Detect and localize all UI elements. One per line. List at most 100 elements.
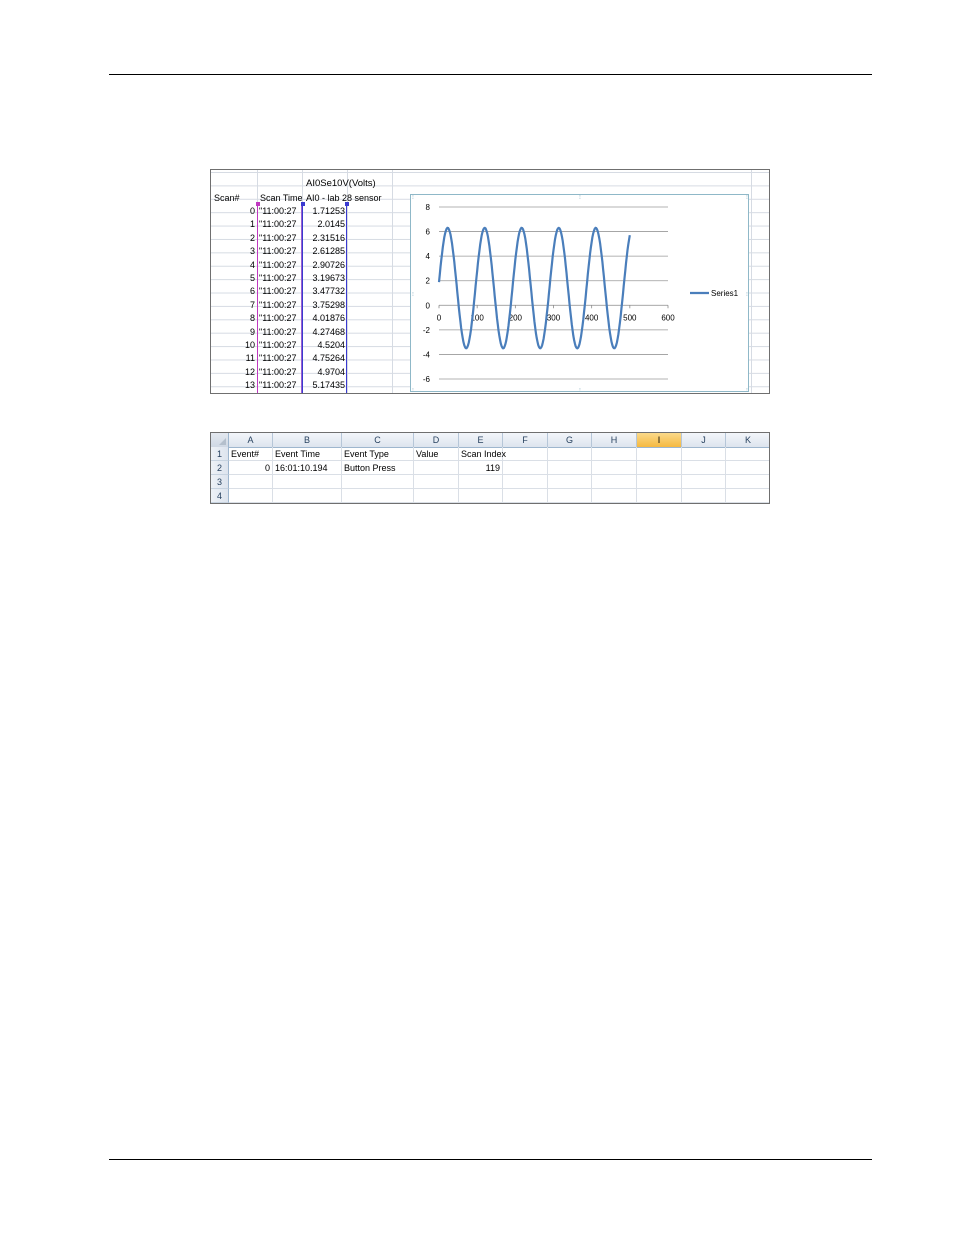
data-cell[interactable]: 0: [229, 461, 270, 475]
sensor-value-cell[interactable]: 2.61285: [303, 245, 345, 258]
grid-column-line: [458, 447, 459, 503]
column-header-c[interactable]: C: [342, 433, 414, 447]
scan-number-cell[interactable]: 11: [211, 352, 255, 365]
select-all-button[interactable]: [211, 433, 229, 447]
column-header-j[interactable]: J: [682, 433, 726, 447]
scan-number-cell[interactable]: 9: [211, 326, 255, 339]
sensor-value-cell[interactable]: 4.9704: [303, 366, 345, 379]
sensor-value-cell[interactable]: 2.90726: [303, 259, 345, 272]
sensor-value-cell[interactable]: 4.01876: [303, 312, 345, 325]
scan-time-cell[interactable]: "11:00:27: [259, 259, 301, 272]
selection-handle[interactable]: [345, 202, 349, 206]
header-scan-time[interactable]: Scan Time: [260, 192, 302, 205]
resize-handle: ⁝: [412, 292, 414, 298]
row-header[interactable]: 3: [211, 475, 229, 489]
scan-time-cell[interactable]: "11:00:27: [259, 379, 301, 392]
grid-row-line: [229, 488, 769, 489]
column-header-e[interactable]: E: [459, 433, 503, 447]
column-header-h[interactable]: H: [592, 433, 637, 447]
header-sensor[interactable]: AI0 - lab 28 sensor: [306, 192, 382, 205]
column-header-a[interactable]: A: [229, 433, 273, 447]
grid-column-line: [725, 447, 726, 503]
line-chart: 86420-2-4-60 100 200 300 400 500 600Series1⁝ ⁝ ⁝…: [412, 195, 748, 391]
x-tick-label: 500: [623, 313, 637, 322]
grid-column-line: [341, 447, 342, 503]
data-cell[interactable]: 16:01:10.194: [275, 461, 328, 475]
x-tick-label: 0: [437, 313, 442, 322]
grid-column-line: [681, 447, 682, 503]
events-sheet[interactable]: ABCDEFGHIJK 1234 Event# Event Time Event T…: [210, 432, 770, 504]
scan-time-cell[interactable]: "11:00:27: [259, 245, 301, 258]
column-header-g[interactable]: G: [548, 433, 592, 447]
sensor-value-cell[interactable]: 3.47732: [303, 285, 345, 298]
sensor-value-cell[interactable]: 2.0145: [303, 218, 345, 231]
scan-time-cell[interactable]: "11:00:27: [259, 232, 301, 245]
row-header[interactable]: 1: [211, 447, 229, 461]
scan-number-cell[interactable]: 10: [211, 339, 255, 352]
header-cell[interactable]: Event Time: [275, 447, 320, 461]
scan-number-cell[interactable]: 2: [211, 232, 255, 245]
sensor-value-cell[interactable]: 4.27468: [303, 326, 345, 339]
sensor-value-cell[interactable]: 4.75264: [303, 352, 345, 365]
resize-handle: ⁝: [412, 388, 414, 391]
y-tick-label: 0: [426, 301, 431, 310]
scan-number-cell[interactable]: 7: [211, 299, 255, 312]
column-header-f[interactable]: F: [503, 433, 548, 447]
scan-number-cell[interactable]: 4: [211, 259, 255, 272]
select-all-icon: [219, 438, 226, 445]
scan-number-cell[interactable]: 12: [211, 366, 255, 379]
grid-column-line: [636, 447, 637, 503]
grid-column-line: [272, 447, 273, 503]
header-cell[interactable]: Scan Index: [461, 447, 506, 461]
scan-number-cell[interactable]: 1: [211, 218, 255, 231]
scan-time-cell[interactable]: "11:00:27: [259, 218, 301, 231]
header-cell[interactable]: Value: [416, 447, 438, 461]
sensor-value-cell[interactable]: 4.5204: [303, 339, 345, 352]
scan-data-sheet[interactable]: AI0Se10V(Volts) Scan# Scan Time AI0 - la…: [210, 169, 770, 394]
row-header[interactable]: 4: [211, 489, 229, 503]
column-header-b[interactable]: B: [273, 433, 342, 447]
y-tick-label: -6: [423, 375, 431, 384]
header-cell[interactable]: Event#: [231, 447, 259, 461]
scan-time-cell[interactable]: "11:00:27: [259, 326, 301, 339]
data-cell[interactable]: Button Press: [344, 461, 396, 475]
data-cell[interactable]: 119: [459, 461, 500, 475]
scan-time-cell[interactable]: "11:00:27: [259, 285, 301, 298]
sensor-value-cell[interactable]: 5.17435: [303, 379, 345, 392]
y-tick-label: -4: [423, 350, 431, 359]
scan-time-cell[interactable]: "11:00:27: [259, 366, 301, 379]
sensor-value-cell[interactable]: 1.71253: [303, 205, 345, 218]
sensor-value-cell[interactable]: 3.19673: [303, 272, 345, 285]
scan-number-cell[interactable]: 5: [211, 272, 255, 285]
scan-time-cell[interactable]: "11:00:27: [259, 312, 301, 325]
resize-handle: ⁝: [579, 388, 581, 391]
scan-time-cell[interactable]: "11:00:27: [259, 272, 301, 285]
grid-column-line: [591, 447, 592, 503]
scan-time-cell[interactable]: "11:00:27: [259, 299, 301, 312]
resize-handle: ⁝: [746, 292, 748, 298]
scan-number-cell[interactable]: 6: [211, 285, 255, 298]
x-tick-label: 400: [585, 313, 599, 322]
scan-time-cell[interactable]: "11:00:27: [259, 352, 301, 365]
scan-time-cell[interactable]: "11:00:27: [259, 339, 301, 352]
sensor-value-cell[interactable]: 2.31516: [303, 232, 345, 245]
scan-number-cell[interactable]: 0: [211, 205, 255, 218]
column-header-k[interactable]: K: [726, 433, 769, 447]
column-header-d[interactable]: D: [414, 433, 459, 447]
chart-object[interactable]: 8 6 4 2 0 -2 -4 -6 0 100 200 300 400 500 600 Series1 ⁝ ⁝ ⁝…: [410, 194, 749, 392]
y-tick-label: -2: [423, 326, 431, 335]
scan-number-cell[interactable]: 8: [211, 312, 255, 325]
x-tick-label: 300: [547, 313, 561, 322]
row-header[interactable]: 2: [211, 461, 229, 475]
resize-handle: ⁝: [412, 195, 414, 201]
sensor-value-cell[interactable]: 3.75298: [303, 299, 345, 312]
header-cell[interactable]: Event Type: [344, 447, 389, 461]
grid-column-line: [547, 447, 548, 503]
scan-number-cell[interactable]: 3: [211, 245, 255, 258]
header-scan[interactable]: Scan#: [214, 192, 240, 205]
x-tick-label: 600: [661, 313, 675, 322]
scan-number-cell[interactable]: 13: [211, 379, 255, 392]
scan-time-cell[interactable]: "11:00:27: [259, 205, 301, 218]
column-header-i[interactable]: I: [637, 433, 682, 447]
y-tick-label: 6: [426, 228, 431, 237]
